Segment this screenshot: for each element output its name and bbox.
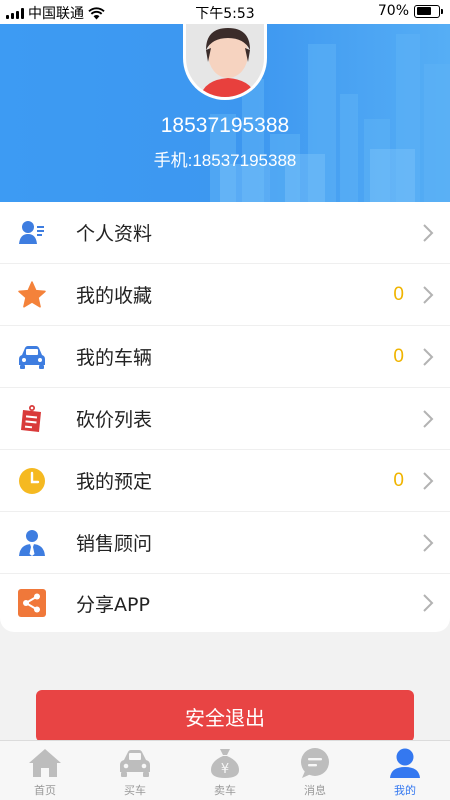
favorites-count: 0 [393, 283, 404, 305]
menu-item-label: 销售顾问 [76, 533, 153, 555]
clock-icon [17, 466, 47, 496]
chevron-right-icon [423, 594, 434, 612]
menu-item-reservations[interactable]: 我的预定 0 [0, 450, 450, 512]
bottom-tab-bar: 首页 买车 ¥ 卖车 消息 我的 [0, 740, 450, 800]
chevron-right-icon [423, 471, 434, 490]
menu-item-profile[interactable]: 个人资料 [0, 202, 450, 264]
chevron-right-icon [423, 409, 434, 428]
buy-car-icon [117, 746, 153, 780]
car-icon [17, 342, 47, 372]
chevron-right-icon [423, 285, 434, 304]
money-bag-icon: ¥ [207, 746, 243, 780]
menu-item-share-app[interactable]: 分享APP [0, 574, 450, 632]
tab-label: 首页 [34, 784, 56, 797]
menu-item-label: 我的车辆 [76, 347, 153, 369]
menu-item-label: 我的预定 [76, 471, 153, 493]
menu-item-my-vehicles[interactable]: 我的车辆 0 [0, 326, 450, 388]
profile-card-icon [17, 218, 47, 248]
phone-number: 手机:18537195388 [153, 151, 297, 170]
chevron-right-icon [423, 347, 434, 366]
menu-item-label: 个人资料 [76, 223, 153, 245]
battery-percent: 70% [377, 3, 409, 19]
user-icon [387, 746, 423, 780]
tab-label: 卖车 [214, 784, 236, 797]
svg-text:¥: ¥ [221, 762, 229, 777]
menu-item-label: 砍价列表 [76, 409, 153, 431]
share-icon [17, 588, 47, 618]
advisor-icon [17, 528, 47, 558]
tab-label: 我的 [394, 784, 416, 797]
vehicles-count: 0 [393, 345, 404, 367]
tab-home[interactable]: 首页 [0, 741, 90, 800]
tab-messages[interactable]: 消息 [270, 741, 360, 800]
tab-label: 消息 [304, 784, 326, 797]
menu-item-label: 分享APP [76, 593, 150, 616]
menu-item-favorites[interactable]: 我的收藏 0 [0, 264, 450, 326]
tab-buy-car[interactable]: 买车 [90, 741, 180, 800]
menu-item-sales-advisor[interactable]: 销售顾问 [0, 512, 450, 574]
home-icon [27, 746, 63, 780]
tab-sell-car[interactable]: ¥ 卖车 [180, 741, 270, 800]
username: 18537195388 [160, 114, 290, 137]
tab-label: 买车 [124, 784, 146, 797]
chevron-right-icon [423, 533, 434, 552]
tab-mine[interactable]: 我的 [360, 741, 450, 800]
profile-menu: 个人资料 我的收藏 0 我的车辆 0 砍价列表 我的预定 0 销售顾问 分享AP… [0, 202, 450, 632]
battery-icon [414, 4, 443, 18]
logout-button[interactable]: 安全退出 [36, 690, 414, 742]
reservations-count: 0 [393, 469, 404, 491]
message-icon [297, 746, 333, 780]
bargain-list-icon [17, 404, 47, 434]
chevron-right-icon [423, 223, 434, 242]
star-icon [17, 280, 47, 310]
profile-header: 18537195388 手机:18537195388 [0, 24, 450, 202]
status-bar: 中国联通 下午5:53 70% [0, 0, 450, 24]
menu-item-bargain-list[interactable]: 砍价列表 [0, 388, 450, 450]
battery-info: 70% [377, 3, 443, 19]
menu-item-label: 我的收藏 [76, 285, 153, 307]
